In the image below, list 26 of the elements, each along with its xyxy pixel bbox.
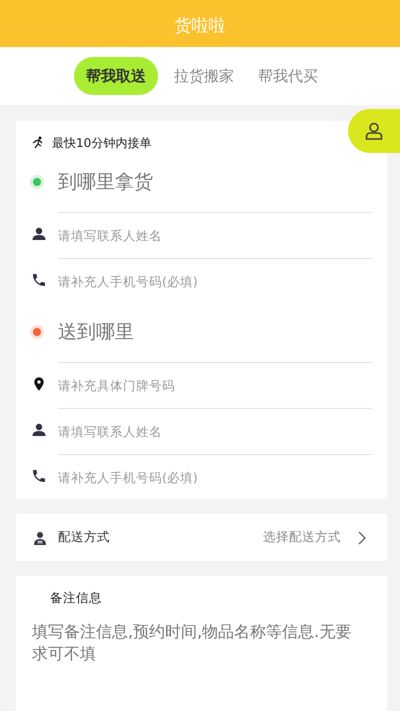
service-tab[interactable]: 帮我取送 bbox=[74, 57, 158, 95]
profile-button[interactable] bbox=[348, 109, 400, 153]
input-field[interactable]: 请补充人手机号码(必填) bbox=[58, 258, 372, 304]
speed-note: 最快10分钟内接单 bbox=[52, 134, 152, 152]
delivery-row[interactable]: 配送方式 选择配送方式 bbox=[16, 514, 387, 561]
address-heading[interactable]: 到哪里拿货 bbox=[58, 169, 153, 195]
service-tab[interactable]: 拉货搬家 bbox=[166, 57, 242, 95]
chevron-right-icon bbox=[357, 530, 367, 544]
user-icon bbox=[364, 121, 384, 141]
input-field[interactable]: 请填写联系人姓名 bbox=[58, 212, 372, 258]
notes-field[interactable]: 填写备注信息,预约时间,物品名称等信息.无要求可不填 bbox=[16, 607, 387, 711]
input-field[interactable]: 请补充人手机号码(必填) bbox=[58, 454, 372, 500]
delivery-value: 选择配送方式 bbox=[263, 529, 341, 546]
app-title: 货啦啦 bbox=[174, 15, 226, 37]
person-icon bbox=[31, 422, 47, 438]
input-field[interactable]: 请补充具体门牌号码 bbox=[58, 362, 372, 408]
phone-icon bbox=[31, 468, 47, 484]
runner-icon bbox=[31, 136, 45, 150]
phone-icon bbox=[31, 272, 47, 288]
input-field[interactable]: 请填写联系人姓名 bbox=[58, 408, 372, 454]
address-heading[interactable]: 送到哪里 bbox=[58, 319, 134, 345]
person-icon bbox=[31, 226, 47, 242]
service-tab[interactable]: 帮我代买 bbox=[250, 57, 326, 95]
courier-icon bbox=[32, 530, 48, 546]
delivery-label: 配送方式 bbox=[58, 529, 111, 546]
notes-title: 备注信息 bbox=[16, 576, 387, 607]
